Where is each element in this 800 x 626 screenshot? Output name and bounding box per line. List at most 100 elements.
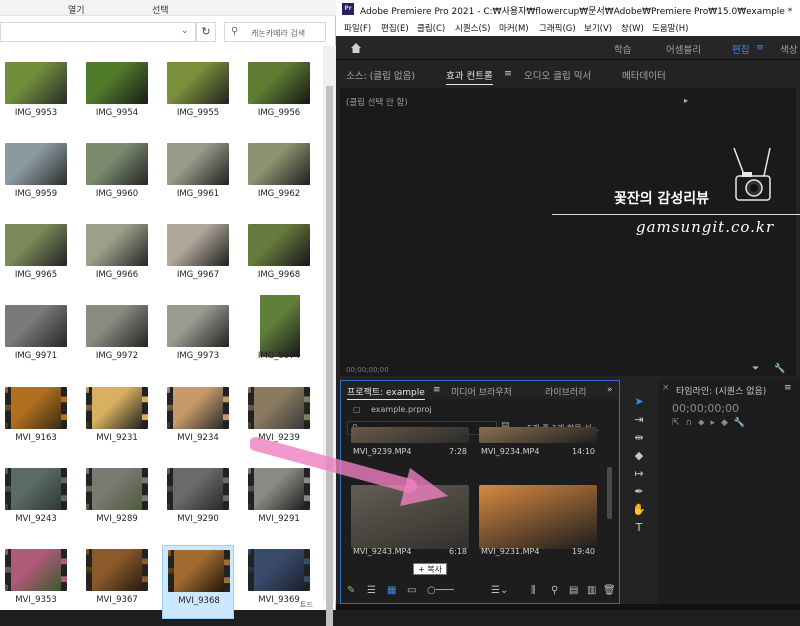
file-item[interactable]: IMG_9972 (81, 301, 153, 375)
tools-panel: ➤ ⇥ ⇹ ◆ ↦ ✒ ✋ T (628, 390, 650, 550)
close-icon[interactable]: × (662, 383, 670, 393)
new-item-icon[interactable]: ▥ (587, 585, 596, 596)
tab-project[interactable]: 프로젝트: example (347, 385, 425, 400)
ribbon-tab-select[interactable]: 선택 (152, 3, 169, 16)
file-item[interactable]: MVI_9353 (0, 545, 72, 619)
file-thumbnail (86, 62, 148, 104)
file-item[interactable]: IMG_9954 (81, 58, 153, 132)
file-thumbnail (86, 387, 148, 429)
workspace-learn[interactable]: 학습 (614, 42, 631, 56)
file-name: IMG_9962 (257, 189, 301, 199)
file-item[interactable]: IMG_9955 (162, 58, 234, 132)
selection-tool-icon[interactable]: ➤ (630, 394, 648, 410)
menu-marker[interactable]: 마커(M) (499, 22, 529, 34)
list-view-icon[interactable]: ☰ (367, 585, 376, 596)
more-panels-icon[interactable]: » (607, 385, 613, 395)
expand-arrow-icon[interactable]: ▸ (684, 96, 688, 105)
menu-sequence[interactable]: 시퀀스(S) (455, 22, 491, 34)
freeform-view-icon[interactable]: ▭ (407, 585, 416, 596)
tab-media-browser[interactable]: 미디어 브라우저 (451, 385, 512, 398)
clip-item[interactable]: MVI_9234.MP4 14:10 (479, 427, 597, 461)
filter-icon[interactable]: ⏷ (752, 364, 759, 374)
file-item[interactable]: IMG_9966 (81, 220, 153, 294)
tab-source[interactable]: 소스: (클립 없음) (346, 68, 415, 82)
file-item[interactable]: MVI_9163 (0, 383, 72, 457)
tab-effect-controls[interactable]: 효과 컨트롤 (446, 68, 493, 85)
workspace-assembly[interactable]: 어셈블리 (666, 42, 701, 56)
ripple-edit-tool-icon[interactable]: ⇹ (630, 430, 648, 446)
address-bar[interactable]: ⌄ (0, 22, 196, 42)
file-item[interactable]: MVI_9234 (162, 383, 234, 457)
workspace-edit[interactable]: 편집 (732, 42, 749, 56)
menu-window[interactable]: 창(W) (621, 22, 644, 34)
find-icon[interactable]: ⚲ (551, 585, 558, 596)
scrollbar[interactable] (323, 46, 336, 626)
file-item[interactable]: IMG_9959 (0, 139, 72, 213)
file-item[interactable]: IMG_9974 (243, 295, 315, 375)
file-name: MVI_9368 (178, 596, 220, 606)
project-scrollbar[interactable] (607, 467, 612, 519)
menu-clip[interactable]: 클립(C) (417, 22, 445, 34)
slip-tool-icon[interactable]: ↦ (630, 466, 648, 482)
file-item[interactable]: IMG_9968 (243, 220, 315, 294)
automate-icon[interactable]: ⫼ (531, 585, 536, 596)
zoom-slider[interactable]: ○─── (427, 585, 454, 596)
file-item[interactable]: IMG_9967 (162, 220, 234, 294)
file-item[interactable]: IMG_9953 (0, 58, 72, 132)
pen-tool-icon[interactable]: ✒ (630, 484, 648, 500)
file-name: IMG_9972 (95, 351, 139, 361)
panel-menu-icon[interactable]: ≡ (433, 385, 441, 395)
menu-help[interactable]: 도움말(H) (652, 22, 688, 34)
chevron-down-icon[interactable]: ⌄ (181, 26, 189, 36)
file-item[interactable]: MVI_9231 (81, 383, 153, 457)
file-item[interactable]: MVI_9243 (0, 464, 72, 538)
file-item[interactable]: MVI_9291 (243, 464, 315, 538)
panel-menu-icon[interactable]: ≡ (784, 383, 792, 393)
scrollbar-thumb[interactable] (326, 86, 333, 626)
menu-edit[interactable]: 편집(E) (381, 22, 409, 34)
razor-tool-icon[interactable]: ◆ (630, 448, 648, 464)
workspace-menu-icon[interactable]: ≡ (756, 42, 764, 53)
file-item[interactable]: IMG_9973 (162, 301, 234, 375)
tab-metadata[interactable]: 메타데이터 (622, 68, 666, 82)
ribbon-tab-open[interactable]: 열기 (68, 3, 85, 16)
file-item[interactable]: IMG_9956 (243, 58, 315, 132)
tab-audio-clip-mixer[interactable]: 오디오 클립 믹서 (524, 68, 591, 82)
file-item[interactable]: IMG_9961 (162, 139, 234, 213)
trash-icon[interactable]: 🗑 (603, 585, 616, 596)
clip-item[interactable]: MVI_9243.MP4 6:18 (351, 485, 469, 557)
file-name: IMG_9959 (14, 189, 58, 199)
file-item[interactable]: IMG_9965 (0, 220, 72, 294)
timeline-controls[interactable]: ⇱∩⬥▸◆🔧 (672, 418, 751, 428)
menu-graphics[interactable]: 그래픽(G) (539, 22, 576, 34)
search-input[interactable]: ⚲ 캐논카메라 검색 (224, 22, 326, 42)
status-bar (336, 604, 800, 610)
file-item[interactable]: IMG_9971 (0, 301, 72, 375)
wrench-icon[interactable]: 🔧 (774, 364, 785, 374)
file-item[interactable]: MVI_9367 (81, 545, 153, 619)
hand-tool-icon[interactable]: ✋ (630, 502, 648, 518)
file-item[interactable]: MVI_9239 (243, 383, 315, 457)
type-tool-icon[interactable]: T (630, 520, 648, 536)
home-icon[interactable] (350, 42, 362, 54)
menu-file[interactable]: 파일(F) (344, 22, 371, 34)
panel-menu-icon[interactable]: ≡ (504, 68, 512, 79)
file-name: IMG_9953 (14, 108, 58, 118)
refresh-button[interactable]: ↻ (196, 22, 216, 42)
file-item[interactable]: MVI_9290 (162, 464, 234, 538)
file-item[interactable]: MVI_9289 (81, 464, 153, 538)
tab-libraries[interactable]: 라이브러리 (545, 385, 586, 398)
menu-view[interactable]: 보기(V) (584, 22, 612, 34)
file-item[interactable]: IMG_9962 (243, 139, 315, 213)
track-select-tool-icon[interactable]: ⇥ (630, 412, 648, 428)
new-bin-button[interactable]: ▤ (569, 585, 578, 596)
clip-thumbnail (351, 485, 469, 549)
sort-icon[interactable]: ☰⌄ (491, 585, 508, 596)
workspace-color[interactable]: 색상 (780, 42, 797, 56)
clip-item[interactable]: MVI_9239.MP4 7:28 (351, 427, 469, 461)
pencil-icon[interactable]: ✎ (347, 585, 355, 596)
icon-view-icon[interactable]: ▦ (387, 585, 396, 596)
file-item[interactable]: MVI_9368 (162, 545, 234, 619)
file-item[interactable]: IMG_9960 (81, 139, 153, 213)
clip-item[interactable]: MVI_9231.MP4 19:40 (479, 485, 597, 557)
